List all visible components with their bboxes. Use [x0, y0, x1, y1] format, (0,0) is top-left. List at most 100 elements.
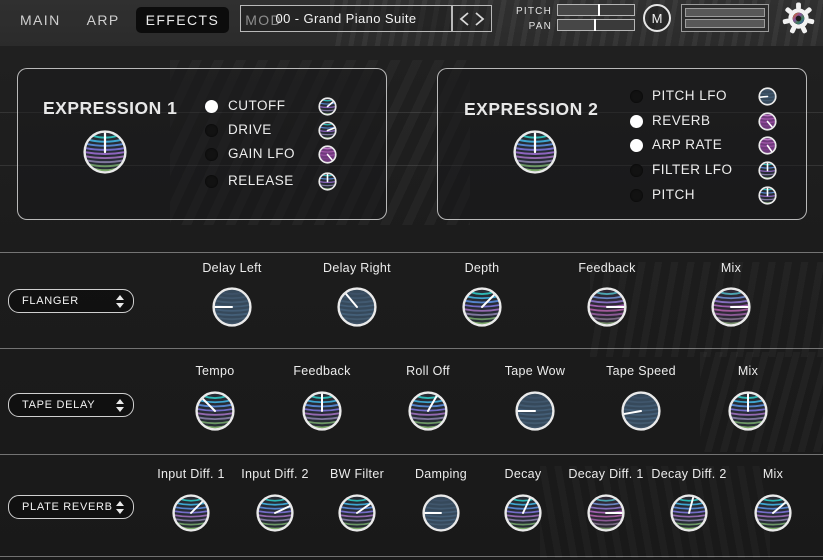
tab-arp[interactable]: ARP	[77, 7, 130, 33]
expression-2-knob-arp-rate[interactable]	[758, 136, 777, 155]
expression-2-knob-pitch[interactable]	[758, 186, 777, 205]
pitch-slider-fill	[558, 5, 598, 15]
expression-1-knob-drive-graphic	[318, 121, 337, 140]
fx-slot-1-knob-delay-right[interactable]	[337, 287, 377, 327]
row-separator	[0, 252, 823, 253]
fx-slot-1-knob-feedback[interactable]	[587, 287, 627, 327]
expression-2-radio-pitch-lfo[interactable]	[630, 90, 643, 103]
expression-1-option-label-drive: DRIVE	[228, 122, 272, 138]
pitch-slider-thumb[interactable]	[598, 4, 600, 16]
fx-slot-2-param-label-tape-speed: Tape Speed	[579, 364, 703, 378]
expression-1-radio-gain-lfo[interactable]	[205, 148, 218, 161]
expression-1-knob-release[interactable]	[318, 172, 337, 191]
expression-1-macro-knob[interactable]	[83, 130, 127, 174]
expression-1-macro-knob-graphic	[83, 130, 127, 174]
expression-2-knob-reverb[interactable]	[758, 112, 777, 131]
mono-button[interactable]: M	[643, 4, 671, 32]
fx-slot-2-knob-tempo[interactable]	[195, 391, 235, 431]
plugin-window: MAINARPEFFECTSMOD 00 - Grand Piano Suite…	[0, 0, 823, 560]
expression-1-knob-cutoff[interactable]	[318, 97, 337, 116]
fx-slot-2-knob-mix[interactable]	[728, 391, 768, 431]
fx-slot-1-knob-delay-left[interactable]	[212, 287, 252, 327]
expression-1-option-label-cutoff: CUTOFF	[228, 98, 286, 114]
expression-2-radio-reverb[interactable]	[630, 115, 643, 128]
expression-2-panel	[437, 68, 807, 220]
level-meter-bar-left	[685, 8, 765, 17]
settings-button[interactable]	[782, 2, 815, 40]
chevron-left-icon[interactable]	[461, 13, 468, 25]
fx-slot-1-knob-feedback-graphic	[587, 287, 627, 327]
expression-2-knob-filter-lfo-graphic	[758, 161, 777, 180]
row-separator	[0, 348, 823, 349]
fx-slot-1-effect-selector[interactable]: FLANGER	[8, 289, 134, 313]
fx-slot-1-param-label-feedback: Feedback	[545, 261, 669, 275]
expression-2-knob-pitch-graphic	[758, 186, 777, 205]
arrow-down-icon	[116, 303, 124, 308]
fx-slot-2-knob-tape-wow[interactable]	[515, 391, 555, 431]
expression-2-option-label-reverb: REVERB	[652, 113, 711, 129]
fx-slot-3-knob-input-diff-2[interactable]	[256, 494, 294, 532]
expression-1-knob-gain-lfo[interactable]	[318, 145, 337, 164]
fx-slot-1-param-label-delay-left: Delay Left	[170, 261, 294, 275]
fx-slot-1-effect-name: FLANGER	[22, 295, 79, 307]
fx-slot-2-knob-tape-speed[interactable]	[621, 391, 661, 431]
expression-1-option-label-release: RELEASE	[228, 173, 294, 189]
expression-1-radio-release[interactable]	[205, 175, 218, 188]
level-meter-bar-right	[685, 19, 765, 28]
expression-2-macro-knob[interactable]	[513, 130, 557, 174]
fx-slot-3-knob-bw-filter[interactable]	[338, 494, 376, 532]
expression-1-title: EXPRESSION 1	[43, 98, 177, 119]
fx-slot-3-knob-decay-graphic	[504, 494, 542, 532]
preset-display[interactable]: 00 - Grand Piano Suite	[240, 5, 452, 32]
expression-2-knob-filter-lfo[interactable]	[758, 161, 777, 180]
fx-slot-2-knob-mix-graphic	[728, 391, 768, 431]
arrow-up-icon	[116, 501, 124, 506]
expression-1-radio-cutoff[interactable]	[205, 100, 218, 113]
fx-slot-2-knob-roll-off[interactable]	[408, 391, 448, 431]
chevron-right-icon[interactable]	[476, 13, 483, 25]
expression-1-option-label-gain-lfo: GAIN LFO	[228, 146, 295, 162]
arrow-down-icon	[116, 407, 124, 412]
fx-slot-1-knob-depth[interactable]	[462, 287, 502, 327]
expression-1-knob-drive[interactable]	[318, 121, 337, 140]
tab-effects[interactable]: EFFECTS	[136, 7, 230, 33]
tab-main[interactable]: MAIN	[10, 7, 71, 33]
expression-2-knob-pitch-lfo[interactable]	[758, 87, 777, 106]
fx-slot-3-knob-decay-diff-2-graphic	[670, 494, 708, 532]
spinner-arrows-icon[interactable]	[116, 295, 124, 308]
row-separator	[0, 454, 823, 455]
fx-slot-2-knob-feedback-graphic	[302, 391, 342, 431]
fx-slot-2-knob-feedback[interactable]	[302, 391, 342, 431]
spinner-arrows-icon[interactable]	[116, 501, 124, 514]
expression-2-knob-arp-rate-graphic	[758, 136, 777, 155]
expression-2-radio-filter-lfo[interactable]	[630, 164, 643, 177]
pan-slider[interactable]	[557, 19, 635, 31]
fx-slot-3-knob-damping-graphic	[422, 494, 460, 532]
fx-slot-1-knob-mix-graphic	[711, 287, 751, 327]
fx-slot-2-param-label-mix: Mix	[686, 364, 810, 378]
fx-slot-3-knob-input-diff-1-graphic	[172, 494, 210, 532]
fx-slot-3-knob-decay-diff-2[interactable]	[670, 494, 708, 532]
fx-slot-3-knob-decay-diff-1[interactable]	[587, 494, 625, 532]
fx-slot-3-effect-selector[interactable]: PLATE REVERB	[8, 495, 134, 519]
expression-1-radio-drive[interactable]	[205, 124, 218, 137]
spinner-arrows-icon[interactable]	[116, 399, 124, 412]
expression-2-radio-pitch[interactable]	[630, 189, 643, 202]
pan-slider-thumb[interactable]	[594, 19, 596, 31]
fx-slot-3-knob-input-diff-1[interactable]	[172, 494, 210, 532]
pitch-slider[interactable]	[557, 4, 635, 16]
pan-label: PAN	[512, 21, 552, 32]
fx-slot-3-knob-decay[interactable]	[504, 494, 542, 532]
pan-slider-fill	[558, 20, 594, 30]
fx-slot-1-knob-mix[interactable]	[711, 287, 751, 327]
expression-2-radio-arp-rate[interactable]	[630, 139, 643, 152]
fx-slot-3-effect-name: PLATE REVERB	[22, 501, 113, 513]
fx-slot-2-effect-selector[interactable]: TAPE DELAY	[8, 393, 134, 417]
expression-1-knob-release-graphic	[318, 172, 337, 191]
fx-slot-3-knob-damping[interactable]	[422, 494, 460, 532]
expression-2-macro-knob-graphic	[513, 130, 557, 174]
fx-slot-1-knob-delay-left-graphic	[212, 287, 252, 327]
fx-slot-3-knob-mix[interactable]	[754, 494, 792, 532]
fx-slot-3-knob-input-diff-2-graphic	[256, 494, 294, 532]
fx-slot-2-knob-tempo-graphic	[195, 391, 235, 431]
